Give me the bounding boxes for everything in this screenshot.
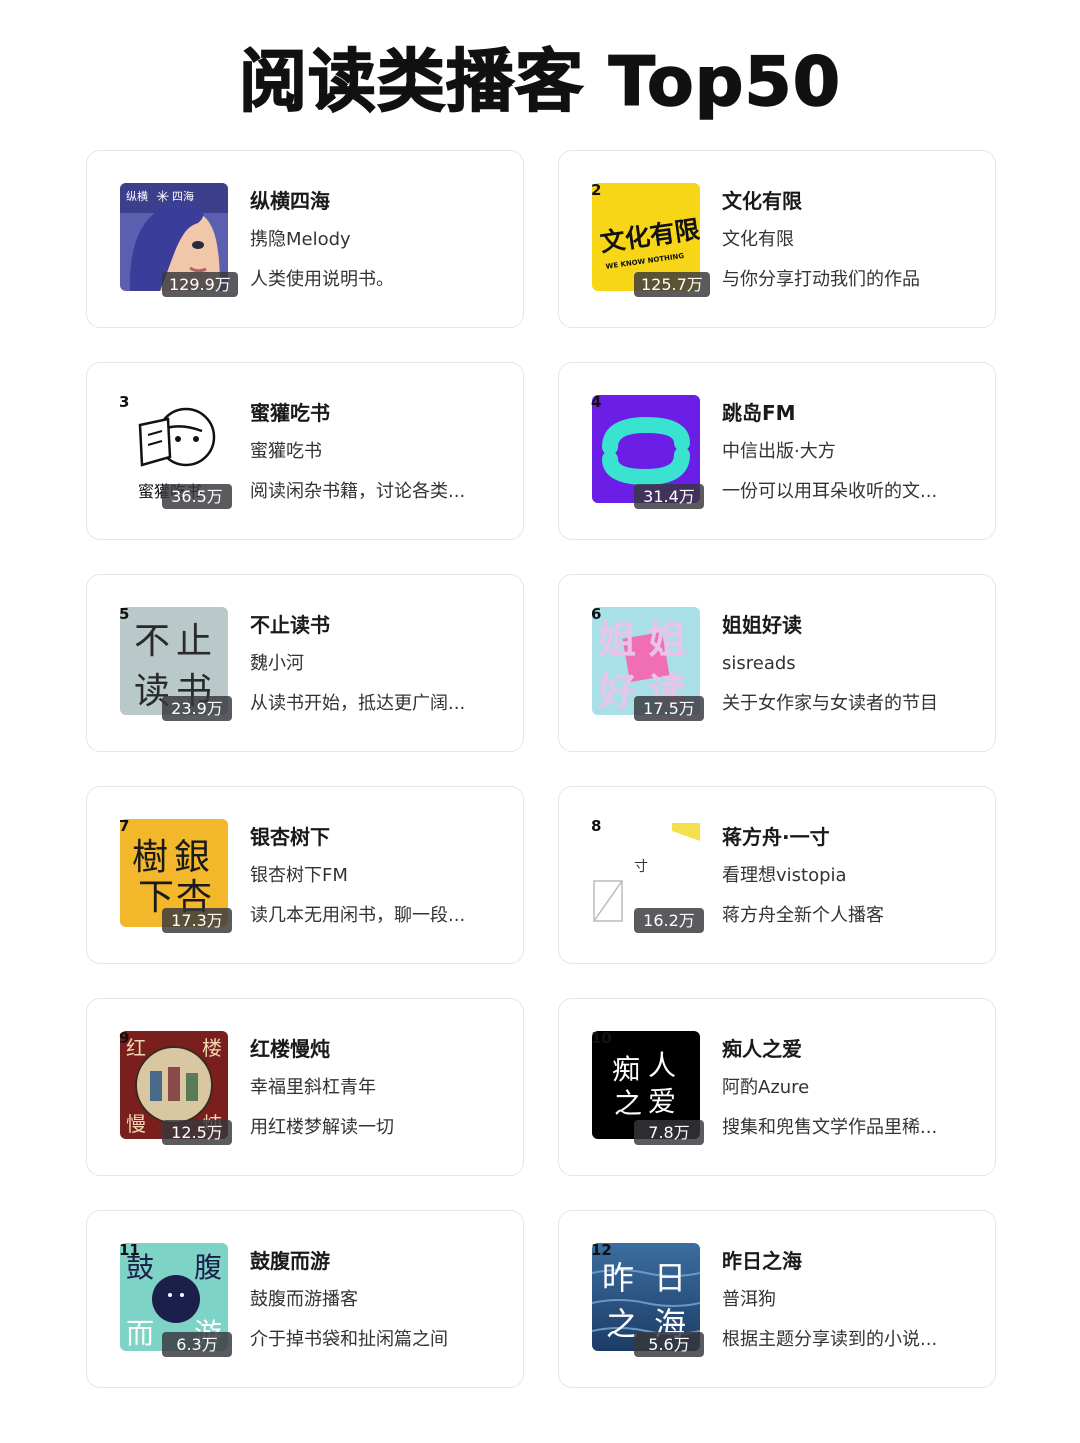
rank-number: 6 <box>591 605 602 623</box>
svg-text:✳: ✳ <box>156 187 169 206</box>
podcast-author: 蜜獾吃书 <box>250 441 322 462</box>
podcast-grid: 纵横 四海 ✳ 129.9万 纵横四海 携隐Melody 人类使用说明书。 2 … <box>86 150 996 1388</box>
cover-label: 腹 <box>194 1251 222 1284</box>
podcast-description: 与你分享打动我们的作品 <box>722 269 920 290</box>
cover-label: 楼 <box>202 1036 222 1060</box>
play-count-badge: 31.4万 <box>634 484 704 509</box>
cover-label: 姐 <box>648 618 686 662</box>
play-count-badge: 7.8万 <box>634 1120 704 1145</box>
cover-label: 昨 <box>602 1259 634 1297</box>
podcast-author: 阿酌Azure <box>722 1077 810 1098</box>
cover-label: 銀 <box>174 837 210 878</box>
podcast-name: 不止读书 <box>250 613 330 637</box>
podcast-description: 用红楼梦解读一切 <box>250 1117 394 1138</box>
rank-number: 8 <box>591 817 602 835</box>
rank-number: 10 <box>591 1029 612 1047</box>
podcast-card[interactable]: 6 姐 姐 好 读 17.5万 姐姐好读 sisreads 关于女作家与女读者的… <box>558 574 996 752</box>
podcast-name: 蒋方舟·一寸 <box>722 825 830 849</box>
rank-number: 9 <box>119 1029 130 1047</box>
podcast-card[interactable]: 5 不 止 读 书 23.9万 不止读书 魏小河 从读书开始，抵达更广阔... <box>86 574 524 752</box>
podcast-description: 蒋方舟全新个人播客 <box>722 905 884 926</box>
podcast-name: 鼓腹而游 <box>250 1249 330 1273</box>
podcast-description: 介于掉书袋和扯闲篇之间 <box>250 1329 448 1350</box>
play-count-badge: 6.3万 <box>162 1332 232 1357</box>
cover-label: 樹 <box>132 837 168 878</box>
rank-number: 5 <box>119 605 130 623</box>
podcast-name: 痴人之爱 <box>722 1037 802 1061</box>
page-title: 阅读类播客 Top50 <box>238 42 842 123</box>
podcast-name: 昨日之海 <box>722 1249 802 1273</box>
play-count-badge: 17.3万 <box>162 908 232 933</box>
cover-label: 而 <box>126 1317 154 1350</box>
rank-number: 12 <box>591 1241 612 1259</box>
podcast-card[interactable]: 4 31.4万 跳岛FM 中信出版·大方 一份可以用耳朵收听的文... <box>558 362 996 540</box>
play-count-badge: 36.5万 <box>162 484 232 509</box>
cover-label: 不 <box>134 621 170 662</box>
podcast-card[interactable]: 10 痴 人 之 爱 7.8万 痴人之爱 阿酌Azure 搜集和兜售文学作品里稀… <box>558 998 996 1176</box>
podcast-author: 文化有限 <box>722 229 794 250</box>
podcast-description: 根据主题分享读到的小说... <box>722 1329 938 1350</box>
cover-label: 姐 <box>598 618 636 662</box>
cover-label: 日 <box>654 1259 686 1297</box>
cover-label: 四海 <box>172 189 194 203</box>
podcast-author: 鼓腹而游播客 <box>250 1289 358 1310</box>
podcast-description: 人类使用说明书。 <box>250 269 394 290</box>
rank-number: 2 <box>591 181 602 199</box>
podcast-card[interactable]: 9 红 楼 慢 炖 12.5万 红楼慢炖 幸福里斜杠青年 用红楼梦解读一切 <box>86 998 524 1176</box>
podcast-description: 从读书开始，抵达更广阔... <box>250 693 466 714</box>
cover-label: 纵横 <box>126 189 148 203</box>
cover-label: 之 <box>614 1087 642 1120</box>
play-count-badge: 12.5万 <box>162 1120 232 1145</box>
cover-label: 人 <box>648 1049 676 1082</box>
cover-label: 痴 <box>612 1053 640 1086</box>
play-count-badge: 129.9万 <box>162 272 238 297</box>
podcast-name: 姐姐好读 <box>722 613 802 637</box>
podcast-author: 看理想vistopia <box>722 865 847 886</box>
play-count-badge: 5.6万 <box>634 1332 704 1357</box>
cover-label: 寸 <box>634 859 648 875</box>
play-count-badge: 17.5万 <box>634 696 704 721</box>
play-count-badge: 16.2万 <box>634 908 704 933</box>
podcast-card[interactable]: 8 寸 16.2万 蒋方舟·一寸 看理想vistopia 蒋方舟全新个人播客 <box>558 786 996 964</box>
podcast-description: 搜集和兜售文学作品里稀... <box>722 1117 938 1138</box>
podcast-author: 普洱狗 <box>722 1289 776 1310</box>
podcast-author: 携隐Melody <box>250 229 351 250</box>
podcast-author: 幸福里斜杠青年 <box>250 1077 376 1098</box>
podcast-author: 银杏树下FM <box>250 865 348 886</box>
podcast-name: 红楼慢炖 <box>250 1037 330 1061</box>
play-count-badge: 125.7万 <box>634 272 710 297</box>
play-count-badge: 23.9万 <box>162 696 232 721</box>
podcast-description: 读几本无用闲书，聊一段... <box>250 905 466 926</box>
podcast-card[interactable]: 11 鼓 腹 而 游 6.3万 鼓腹而游 鼓腹而游播客 介于掉书袋和扯闲篇之间 <box>86 1210 524 1388</box>
rank-number: 7 <box>119 817 130 835</box>
rank-number: 4 <box>591 393 602 411</box>
podcast-description: 阅读闲杂书籍，讨论各类... <box>250 481 466 502</box>
podcast-name: 银杏树下 <box>250 825 330 849</box>
podcast-description: 关于女作家与女读者的节目 <box>722 693 938 714</box>
podcast-author: 中信出版·大方 <box>722 441 836 462</box>
podcast-description: 一份可以用耳朵收听的文... <box>722 481 938 502</box>
podcast-author: 魏小河 <box>250 653 304 674</box>
podcast-name: 文化有限 <box>722 189 802 213</box>
cover-label: 止 <box>176 621 212 662</box>
podcast-name: 蜜獾吃书 <box>250 401 330 425</box>
podcast-card[interactable]: 纵横 四海 ✳ 129.9万 纵横四海 携隐Melody 人类使用说明书。 <box>86 150 524 328</box>
podcast-name: 跳岛FM <box>722 401 796 425</box>
cover-label: 好 <box>597 670 636 714</box>
rank-number: 3 <box>119 393 130 411</box>
podcast-card[interactable]: 2 文化有限 WE KNOW NOTHING 125.7万 文化有限 文化有限 … <box>558 150 996 328</box>
podcast-card[interactable]: 3 蜜獾吃书 36.5万 蜜獾吃书 蜜獾吃书 阅读闲杂书籍，讨论各类... <box>86 362 524 540</box>
cover-label: 爱 <box>648 1085 676 1118</box>
rank-number: 11 <box>119 1241 140 1259</box>
podcast-card[interactable]: 7 樹 銀 下 杏 17.3万 银杏树下 银杏树下FM 读几本无用闲书，聊一段.… <box>86 786 524 964</box>
podcast-card[interactable]: 12 昨 日 之 海 5.6万 昨日之海 普洱狗 根据主题分享读到的小说... <box>558 1210 996 1388</box>
podcast-name: 纵横四海 <box>250 189 330 213</box>
cover-label: 慢 <box>126 1112 146 1136</box>
podcast-author: sisreads <box>722 653 796 674</box>
